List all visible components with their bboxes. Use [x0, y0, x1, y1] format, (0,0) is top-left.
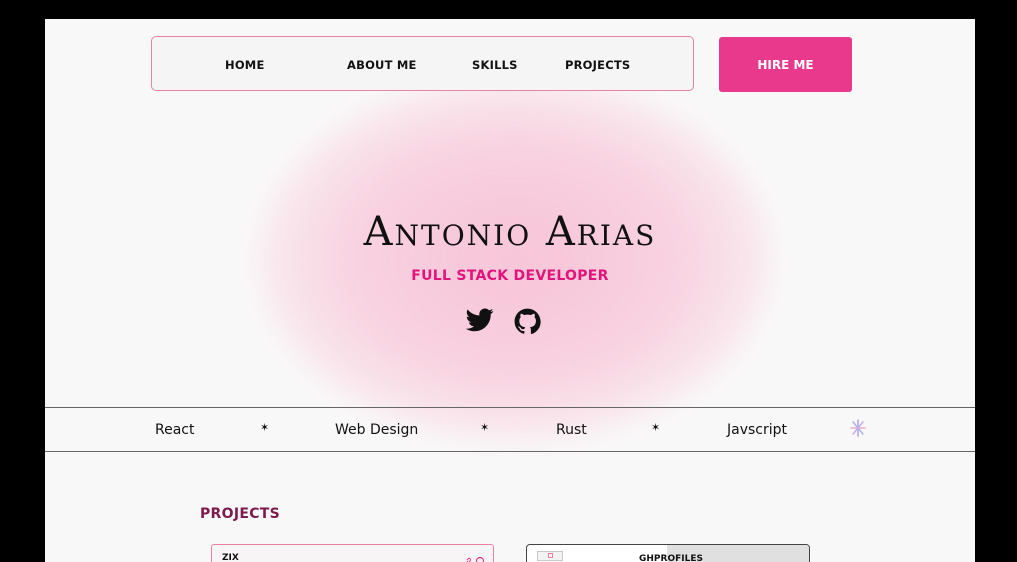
- github-icon[interactable]: [475, 551, 485, 562]
- nav-projects[interactable]: PROJECTS: [565, 58, 630, 72]
- nav-about-me[interactable]: ABOUT ME: [347, 58, 417, 72]
- skill-rust: Rust: [556, 422, 587, 438]
- github-icon[interactable]: [514, 308, 541, 339]
- sparkle-icon: [850, 419, 866, 441]
- star-separator-icon: ✶: [260, 421, 270, 434]
- star-separator-icon: ✶: [480, 421, 490, 434]
- twitter-icon[interactable]: [465, 308, 494, 336]
- hero-name: Antonio Arias: [363, 209, 657, 255]
- page: HOME ABOUT ME SKILLS PROJECTS HIRE ME An…: [45, 19, 975, 562]
- star-separator-icon: ✶: [651, 421, 661, 434]
- link-icon[interactable]: [462, 552, 472, 562]
- project-thumbnail: [537, 551, 563, 561]
- hire-me-button[interactable]: HIRE ME: [719, 37, 852, 92]
- nav-home[interactable]: HOME: [225, 58, 265, 72]
- skills-band: React ✶ Web Design ✶ Rust ✶ Javscript: [45, 407, 975, 452]
- hero-glow: [260, 79, 770, 439]
- skill-javascript: Javscript: [727, 422, 788, 438]
- project-card-zix[interactable]: ZIX: [211, 544, 494, 562]
- project-title: ZIX: [222, 553, 239, 562]
- hero-role: FULL STACK DEVELOPER: [411, 268, 609, 284]
- project-card-ghprofiles[interactable]: GHPROFILES: [526, 544, 810, 562]
- nav-skills[interactable]: SKILLS: [472, 58, 518, 72]
- projects-heading: PROJECTS: [200, 506, 281, 522]
- main-nav: HOME ABOUT ME SKILLS PROJECTS: [151, 36, 694, 91]
- project-title: GHPROFILES: [639, 554, 703, 562]
- skill-web-design: Web Design: [335, 422, 419, 438]
- skill-react: React: [155, 422, 195, 438]
